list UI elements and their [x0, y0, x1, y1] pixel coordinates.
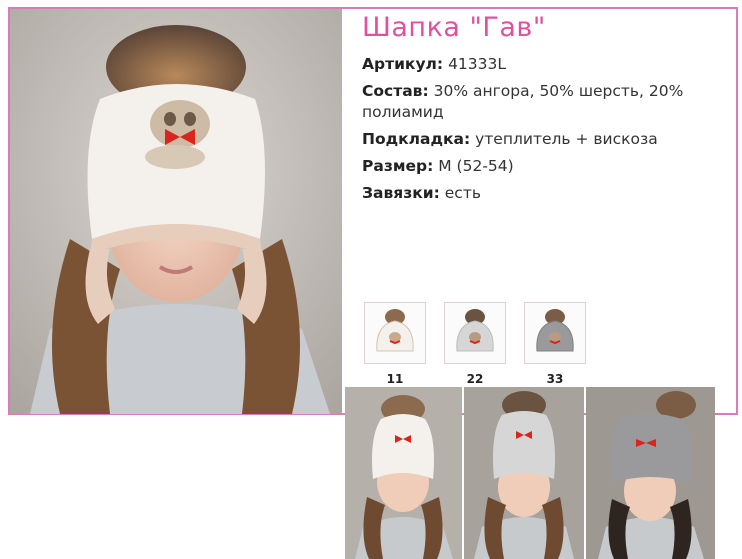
size-label: Размер:	[362, 157, 434, 175]
ties-value: есть	[444, 184, 481, 202]
swatch-code-33: 33	[546, 372, 564, 386]
ties-label: Завязки:	[362, 184, 440, 202]
size-value: M (52-54)	[438, 157, 514, 175]
product-info: Шапка "Гав" Артикул: 41333L Состав: 30% …	[362, 8, 732, 207]
composition-row: Состав: 30% ангора, 50% шерсть, 20% поли…	[362, 78, 732, 126]
variant-photo-22	[464, 387, 584, 559]
lining-row: Подкладка: утеплитель + вискоза	[362, 126, 732, 153]
swatch-33[interactable]	[524, 302, 586, 364]
lining-label: Подкладка:	[362, 130, 471, 148]
variant-photo-33	[586, 387, 715, 559]
swatch-22[interactable]	[444, 302, 506, 364]
swatch-11[interactable]	[364, 302, 426, 364]
article-value: 41333L	[448, 55, 507, 73]
lining-value: утеплитель + вискоза	[475, 130, 658, 148]
variant-photo-11	[345, 387, 462, 559]
swatch-code-11: 11	[386, 372, 404, 386]
ties-row: Завязки: есть	[362, 180, 732, 207]
article-label: Артикул:	[362, 55, 444, 73]
product-title: Шапка "Гав"	[362, 12, 546, 43]
size-row: Размер: M (52-54)	[362, 153, 732, 180]
swatch-code-22: 22	[466, 372, 484, 386]
article-row: Артикул: 41333L	[362, 51, 732, 78]
main-product-photo	[10, 9, 342, 414]
variant-photos	[345, 387, 715, 559]
composition-label: Состав:	[362, 82, 429, 100]
color-swatches: 11 22 33	[364, 302, 594, 386]
